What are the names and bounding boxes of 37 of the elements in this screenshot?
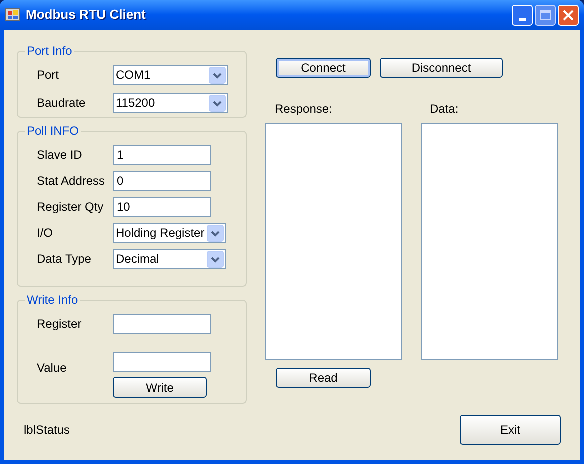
field-label: Stat Address	[37, 173, 106, 190]
dropdown[interactable]: Decimal	[113, 249, 226, 269]
field-label: Register	[37, 316, 83, 333]
input-field[interactable]: 0	[113, 171, 211, 191]
field-label: Value	[37, 360, 68, 377]
group-title: Port Info	[25, 44, 74, 58]
field-label: Port	[37, 67, 60, 84]
minimize-button[interactable]	[512, 4, 533, 26]
dropdown[interactable]: COM1	[113, 65, 228, 85]
group-title: Poll INFO	[25, 124, 82, 138]
window-title: Modbus RTU Client	[26, 6, 146, 24]
input-field[interactable]: 10	[113, 197, 211, 217]
read-button[interactable]: Read	[276, 368, 371, 388]
write-button[interactable]: Write	[113, 377, 207, 398]
dropdown[interactable]: Holding Register	[113, 223, 226, 243]
field-label: I/O	[37, 225, 54, 242]
disconnect-button[interactable]: Disconnect	[380, 58, 503, 78]
close-button[interactable]	[558, 4, 579, 26]
response-label: Response:	[274, 103, 334, 116]
field-label: Data Type	[37, 251, 92, 268]
connect-button[interactable]: Connect	[276, 58, 371, 78]
close-icon	[563, 10, 574, 20]
status-label: lblStatus	[24, 422, 70, 439]
input-field[interactable]	[113, 352, 211, 372]
data-label: Data:	[429, 103, 460, 116]
input-field[interactable]: 1	[113, 145, 211, 165]
field-label: Slave ID	[37, 147, 84, 164]
input-field[interactable]	[113, 314, 211, 334]
field-label: Baudrate	[37, 95, 87, 112]
app-icon	[5, 7, 21, 23]
exit-button[interactable]: Exit	[460, 415, 561, 445]
group-title: Write Info	[25, 293, 80, 307]
response-list[interactable]	[265, 123, 402, 360]
data-list[interactable]	[421, 123, 558, 360]
field-label: Register Qty	[37, 199, 105, 216]
dropdown[interactable]: 115200	[113, 93, 228, 113]
maximize-button[interactable]	[535, 4, 556, 26]
